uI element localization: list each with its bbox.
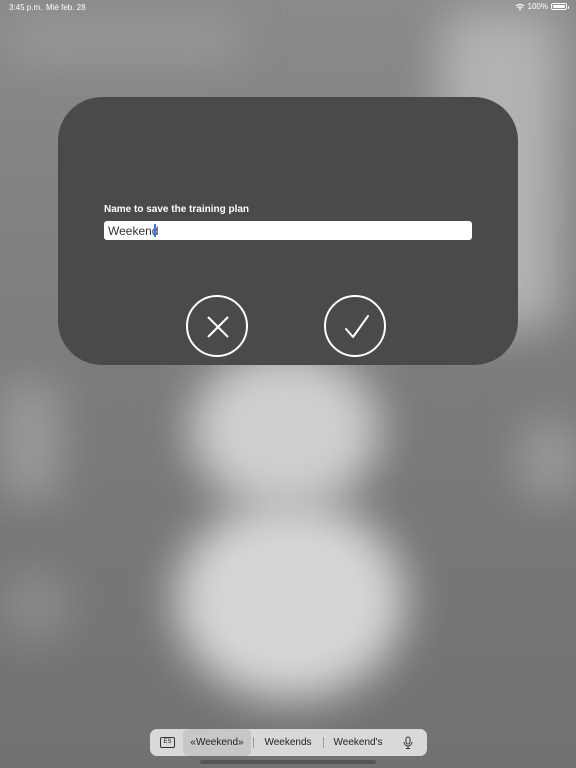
language-key[interactable]: ES: [160, 737, 175, 748]
status-time: 3:45 p.m.: [9, 3, 43, 12]
battery-icon: [551, 3, 569, 10]
home-indicator[interactable]: [200, 760, 376, 764]
suggestion-item[interactable]: «Weekend»: [183, 729, 251, 756]
microphone-icon[interactable]: [402, 736, 414, 750]
wifi-icon: [515, 3, 525, 10]
plan-name-input[interactable]: [104, 221, 472, 240]
keyboard-suggestion-bar: ES «Weekend» Weekends Weekend's: [150, 729, 427, 756]
suggestion-item[interactable]: Weekend's: [326, 729, 390, 756]
battery-level: [553, 5, 565, 8]
dialog-label: Name to save the training plan: [104, 204, 250, 215]
checkmark-icon: [345, 315, 369, 338]
suggestion-item[interactable]: Weekends: [255, 729, 321, 756]
status-date: Mié feb. 28: [46, 3, 86, 12]
background-blur-shape: [10, 20, 240, 60]
suggestion-divider: [323, 737, 324, 748]
cancel-button[interactable]: [186, 295, 248, 357]
status-bar: 3:45 p.m. Mié feb. 28 100%: [0, 0, 576, 14]
background-blur-shape: [0, 570, 70, 640]
text-caret: [154, 224, 156, 237]
confirm-button[interactable]: [324, 295, 386, 357]
background-blur-shape: [520, 420, 576, 500]
close-icon: [207, 316, 229, 338]
background-blur-shape: [0, 380, 60, 500]
background-blur-shape: [175, 500, 405, 700]
status-indicators: 100%: [515, 2, 569, 11]
battery-percent: 100%: [527, 2, 548, 11]
save-plan-dialog: Name to save the training plan: [58, 97, 518, 365]
background-blur-shape: [190, 350, 380, 510]
suggestion-divider: [253, 737, 254, 748]
